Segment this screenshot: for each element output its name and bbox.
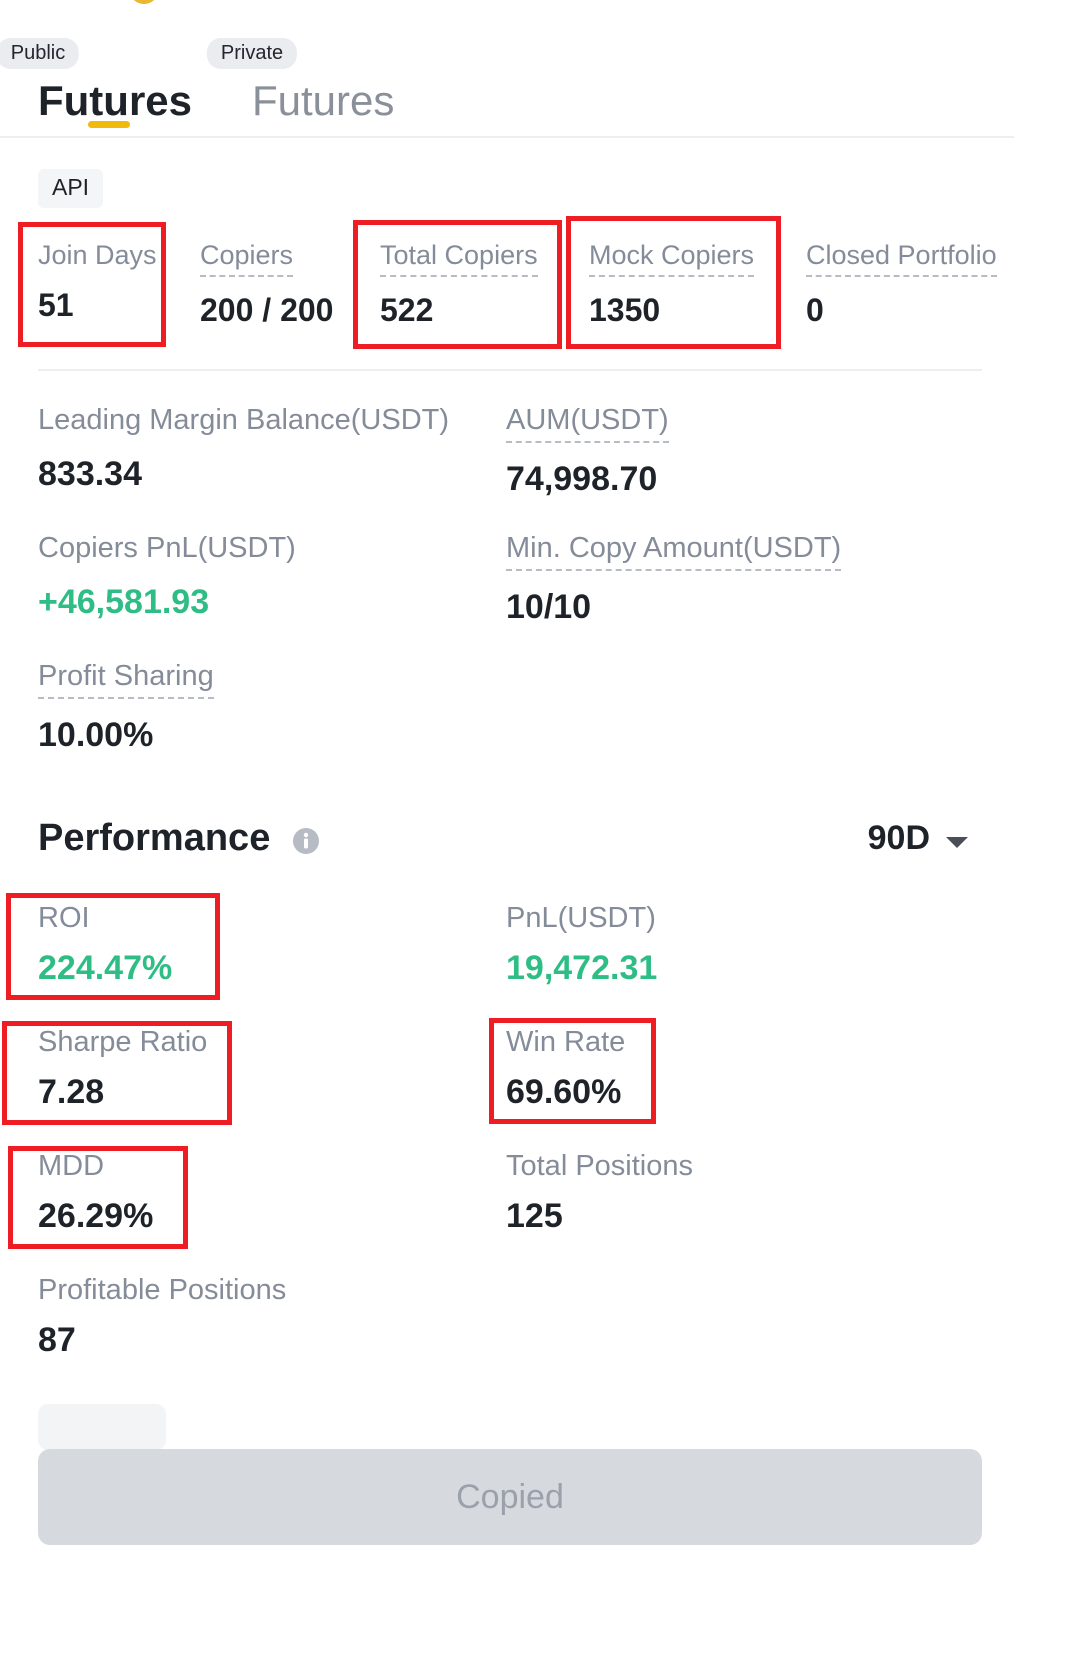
info-aum: AUM(USDT) 74,998.70 [506,402,669,499]
metric-profitable-positions: Profitable Positions 87 [38,1272,286,1360]
performance-row: Profitable Positions 87 [38,1272,982,1396]
metric-pnl: PnL(USDT) 19,472.31 [506,900,657,988]
clipped-chip [38,1404,166,1450]
stat-join-days-label: Join Days [38,240,157,270]
info-row: Copiers PnL(USDT) +46,581.93 Min. Copy A… [38,530,982,658]
stat-copiers-label[interactable]: Copiers [200,238,294,277]
metric-sharpe-ratio-label: Sharpe Ratio [38,1026,208,1058]
stat-total-copiers-value: 522 [380,292,434,328]
stat-copiers: Copiers 200 / 200 [200,238,333,329]
copied-button[interactable]: Copied [38,1449,982,1545]
info-min-copy-amount-label[interactable]: Min. Copy Amount(USDT) [506,530,842,571]
metric-mdd-label: MDD [38,1150,105,1182]
account-info-grid: Leading Margin Balance(USDT) 833.34 AUM(… [38,402,982,786]
metric-pnl-label: PnL(USDT) [506,902,656,934]
info-row: Leading Margin Balance(USDT) 833.34 AUM(… [38,402,982,530]
stat-join-days-value: 51 [38,287,74,323]
performance-metrics-grid: ROI 224.47% PnL(USDT) 19,472.31 Sharpe R… [38,900,982,1396]
info-row: Profit Sharing 10.00% [38,658,982,786]
stat-closed-portfolio-label[interactable]: Closed Portfolio [806,238,997,277]
chevron-down-icon[interactable] [946,837,968,848]
info-leading-margin-balance: Leading Margin Balance(USDT) 833.34 [38,402,449,494]
tab-public-badge: Public [0,38,80,69]
performance-header: Performance 90D [38,815,982,871]
stat-mock-copiers: Mock Copiers 1350 [589,238,755,329]
metric-profitable-positions-label: Profitable Positions [38,1274,287,1306]
info-copiers-pnl-value: +46,581.93 [38,583,210,621]
metric-profitable-positions-value: 87 [38,1321,76,1359]
metric-win-rate: Win Rate 69.60% [506,1024,625,1112]
info-copiers-pnl-label: Copiers PnL(USDT) [38,532,296,564]
info-profit-sharing: Profit Sharing 10.00% [38,658,214,755]
info-profit-sharing-value: 10.00% [38,716,154,754]
metric-total-positions-label: Total Positions [506,1150,693,1182]
info-copiers-pnl: Copiers PnL(USDT) +46,581.93 [38,530,296,622]
tabs-divider [0,136,1014,138]
info-min-copy-amount: Min. Copy Amount(USDT) 10/10 [506,530,842,627]
info-circle-icon[interactable] [292,827,320,855]
account-type-chip: API [38,169,104,208]
performance-row: MDD 26.29% Total Positions 125 [38,1148,982,1272]
info-aum-label[interactable]: AUM(USDT) [506,402,669,443]
stat-join-days: Join Days 51 [38,238,157,324]
stat-copiers-value: 200 / 200 [200,292,334,328]
metric-win-rate-label: Win Rate [506,1026,626,1058]
metric-roi: ROI 224.47% [38,900,172,988]
copy-trading-profile-screen: Public Futures Private Futures API Join … [0,0,1080,1672]
metric-total-positions: Total Positions 125 [506,1148,693,1236]
performance-title: Performance [38,817,271,859]
performance-row: Sharpe Ratio 7.28 Win Rate 69.60% [38,1024,982,1148]
metric-mdd-value: 26.29% [38,1197,154,1235]
stat-closed-portfolio-value: 0 [806,292,824,328]
tab-public-label: Futures [38,77,193,124]
info-aum-value: 74,998.70 [506,460,658,498]
metric-pnl-value: 19,472.31 [506,949,658,987]
active-tab-indicator [88,121,130,128]
metric-roi-value: 224.47% [38,949,173,987]
stat-total-copiers: Total Copiers 522 [380,238,538,329]
portfolio-type-tabs: Public Futures Private Futures [0,26,1014,136]
stat-closed-portfolio: Closed Portfolio 0 [806,238,997,329]
tab-private-badge: Private [206,38,298,69]
stat-mock-copiers-label[interactable]: Mock Copiers [589,238,755,277]
performance-row: ROI 224.47% PnL(USDT) 19,472.31 [38,900,982,1024]
info-profit-sharing-label[interactable]: Profit Sharing [38,658,214,699]
stat-mock-copiers-value: 1350 [589,292,661,328]
metric-win-rate-value: 69.60% [506,1073,622,1111]
stat-total-copiers-label[interactable]: Total Copiers [380,238,538,277]
clipped-coin-icon [129,0,159,4]
performance-range-selector[interactable]: 90D [868,818,930,858]
metric-sharpe-ratio-value: 7.28 [38,1073,105,1111]
info-leading-margin-balance-value: 833.34 [38,455,142,493]
stat-strip-divider [38,369,982,371]
tab-private-label: Futures [252,77,395,124]
summary-stat-strip: Join Days 51 Copiers 200 / 200 Total Cop… [0,238,1014,338]
info-leading-margin-balance-label: Leading Margin Balance(USDT) [38,404,450,436]
metric-total-positions-value: 125 [506,1197,563,1235]
metric-sharpe-ratio: Sharpe Ratio 7.28 [38,1024,207,1112]
info-min-copy-amount-value: 10/10 [506,588,592,626]
metric-mdd: MDD 26.29% [38,1148,153,1236]
metric-roi-label: ROI [38,902,90,934]
